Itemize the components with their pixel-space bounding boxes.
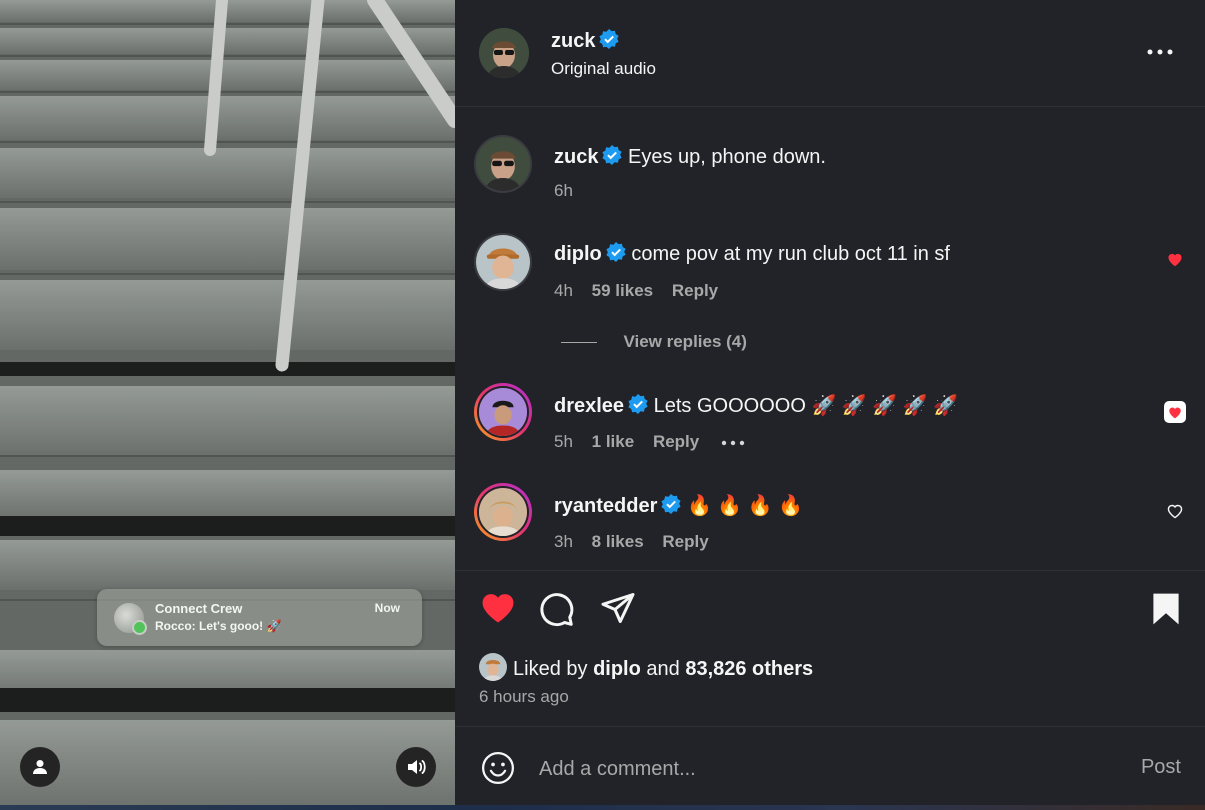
audio-label[interactable]: Original audio bbox=[551, 59, 656, 79]
group-avatar bbox=[114, 603, 147, 635]
audio-toggle-button[interactable] bbox=[396, 747, 436, 787]
replies-divider bbox=[561, 342, 597, 344]
post-timestamp[interactable]: 6 hours ago bbox=[479, 687, 569, 707]
notification-title: Connect Crew bbox=[155, 601, 243, 616]
comments-list: zuck Eyes up, phone down. 6h diplo come … bbox=[455, 107, 1205, 570]
notification-time: Now bbox=[374, 601, 400, 615]
comment-time: 4h bbox=[554, 281, 573, 300]
verified-badge-icon bbox=[599, 29, 620, 49]
speaker-icon bbox=[408, 760, 426, 774]
comment-time: 5h bbox=[554, 432, 573, 451]
likes-summary: Liked by diplo and 83,826 others bbox=[479, 653, 813, 681]
more-options-icon[interactable] bbox=[1145, 42, 1175, 62]
comment-input[interactable] bbox=[539, 752, 1099, 786]
comment-like-heart-icon bbox=[1169, 407, 1181, 419]
post-header: zuck Original audio bbox=[455, 0, 1205, 107]
reel-video[interactable]: Connect Crew Rocco: Let's gooo! 🚀 Now bbox=[0, 0, 455, 810]
verified-badge-icon bbox=[628, 394, 648, 414]
comment-text: Lets GOOOOOO 🚀 🚀 🚀 🚀 🚀 bbox=[653, 395, 959, 417]
notification-toast[interactable]: Connect Crew Rocco: Let's gooo! 🚀 Now bbox=[97, 589, 422, 646]
like-heart-icon[interactable] bbox=[479, 590, 517, 624]
emoji-picker-icon[interactable] bbox=[481, 751, 515, 785]
avatar-image bbox=[479, 28, 529, 78]
comment-likes[interactable]: 59 likes bbox=[592, 281, 653, 300]
comment-time: 3h bbox=[554, 532, 573, 551]
author-username[interactable]: zuck bbox=[551, 30, 595, 52]
reply-button[interactable]: Reply bbox=[653, 432, 699, 451]
avatar-image bbox=[477, 486, 529, 538]
avatar-image bbox=[477, 386, 529, 438]
share-send-icon[interactable] bbox=[600, 591, 636, 625]
verified-badge-icon bbox=[661, 494, 681, 514]
liked-and-label: and bbox=[646, 658, 680, 680]
verified-badge-icon bbox=[606, 242, 626, 262]
comment-text: Eyes up, phone down. bbox=[628, 146, 826, 168]
comment-composer: Post bbox=[455, 726, 1205, 810]
person-icon bbox=[33, 760, 47, 774]
verified-badge-icon bbox=[602, 145, 623, 165]
comment-like-heart-icon[interactable] bbox=[1166, 503, 1184, 519]
online-dot bbox=[132, 620, 147, 635]
comment-avatar[interactable] bbox=[474, 233, 532, 291]
likes-count-link[interactable]: 83,826 others bbox=[685, 658, 813, 680]
post-panel: zuck Original audio zuck Eyes up, phone … bbox=[455, 0, 1205, 810]
save-bookmark-icon[interactable] bbox=[1152, 592, 1180, 626]
comment-username[interactable]: drexlee bbox=[554, 395, 624, 417]
liked-by-label: Liked by bbox=[513, 658, 588, 680]
comment-likes[interactable]: 1 like bbox=[592, 432, 635, 451]
comment-text: come pov at my run club oct 11 in sf bbox=[631, 243, 950, 265]
reply-button[interactable]: Reply bbox=[662, 532, 708, 551]
comment-time: 6h bbox=[554, 181, 573, 200]
comment-text: 🔥 🔥 🔥 🔥 bbox=[686, 495, 804, 517]
tagged-users-button[interactable] bbox=[20, 747, 60, 787]
comment-like-heart-icon[interactable] bbox=[1166, 251, 1184, 267]
comment-bubble-icon[interactable] bbox=[539, 591, 575, 627]
post-comment-button[interactable]: Post bbox=[1141, 756, 1181, 779]
comment-like-button[interactable] bbox=[1164, 401, 1186, 423]
liker-username[interactable]: diplo bbox=[593, 658, 641, 680]
stairs-image bbox=[0, 0, 455, 810]
comment-options-icon[interactable] bbox=[720, 439, 746, 447]
comment-avatar[interactable] bbox=[474, 483, 532, 541]
taskbar-edge bbox=[0, 805, 1205, 810]
avatar-image bbox=[476, 137, 530, 191]
comment-avatar[interactable] bbox=[474, 383, 532, 441]
comment-likes[interactable]: 8 likes bbox=[592, 532, 644, 551]
view-replies-link[interactable]: View replies (4) bbox=[623, 332, 746, 351]
reply-button[interactable]: Reply bbox=[672, 281, 718, 300]
comment-avatar[interactable] bbox=[474, 135, 532, 193]
notification-message: Rocco: Let's gooo! 🚀 bbox=[155, 619, 282, 633]
author-avatar[interactable] bbox=[479, 28, 529, 78]
comment-username[interactable]: diplo bbox=[554, 243, 602, 265]
comment-username[interactable]: ryantedder bbox=[554, 495, 657, 517]
comment-username[interactable]: zuck bbox=[554, 146, 598, 168]
view-replies-row[interactable]: View replies (4) bbox=[561, 332, 747, 352]
avatar-image bbox=[476, 235, 530, 289]
post-actions: Liked by diplo and 83,826 others 6 hours… bbox=[455, 570, 1205, 726]
liker-avatar[interactable] bbox=[479, 653, 507, 681]
